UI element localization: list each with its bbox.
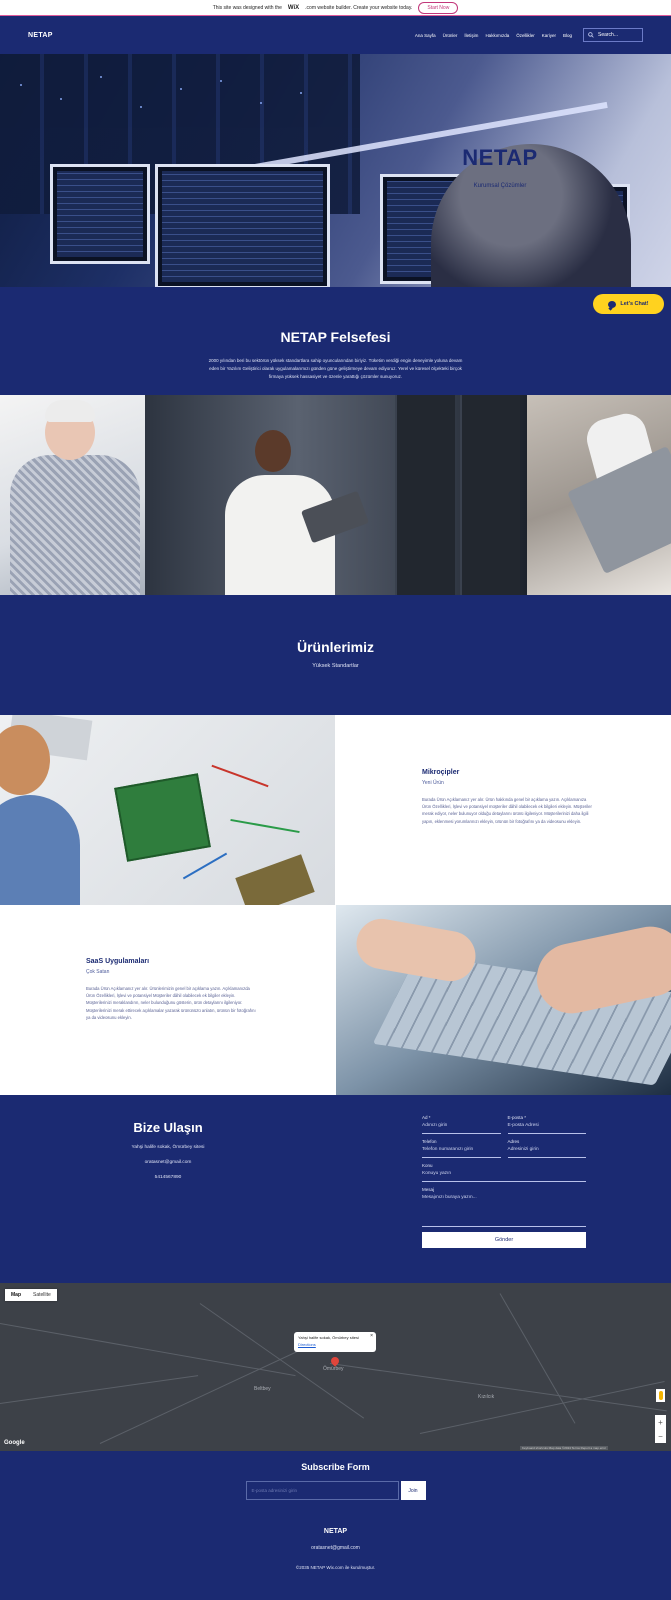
subscribe-form: E-posta adresinizi girin Join <box>245 1481 426 1500</box>
chat-button-label: Let's Chat! <box>620 301 649 307</box>
photo-laptop-hands <box>527 395 671 595</box>
product-row: Mikroçipler Yeni Ürün Burada Ürün Açıkla… <box>0 715 671 905</box>
map-label: Beltbey <box>254 1386 271 1392</box>
product-name[interactable]: SaaS Uygulamaları <box>86 958 256 965</box>
site-header: NETAP Ana Sayfa Ürünler İletişim Hakkımı… <box>0 16 671 54</box>
email-input[interactable]: E-posta Adresi <box>507 1123 586 1134</box>
contact-form: Ad * Adınızı girin E-posta * E-posta Adr… <box>422 1115 586 1248</box>
hero-image <box>0 54 671 287</box>
search-icon <box>588 32 594 38</box>
product-card: SaaS Uygulamaları Çok Satan Burada Ürün … <box>0 905 336 1095</box>
contact-info: Bize Ulaşın Yahşi halife sokak, Ömürbey … <box>108 1120 228 1180</box>
google-logo: Google <box>4 1440 25 1446</box>
products-section-header: Ürünlerimiz Yüksek Standartlar <box>0 595 671 715</box>
email-field[interactable]: E-posta * E-posta Adresi <box>507 1115 586 1134</box>
product-tag: Yeni Ürün <box>422 780 444 786</box>
contact-email[interactable]: oratasnet@gmail.com <box>108 1160 228 1165</box>
subscribe-title: Subscribe Form <box>301 1462 370 1472</box>
banner-text-after: .com website builder. Create your websit… <box>305 4 413 11</box>
banner-text-before: This site was designed with the <box>212 4 282 11</box>
wix-logo: WiX <box>287 4 300 11</box>
name-field[interactable]: Ad * Adınızı girin <box>422 1115 501 1134</box>
footer-copyright: ©2035 NETAP Wix.com ile kurulmuştur. <box>295 1565 376 1570</box>
contact-title: Bize Ulaşın <box>133 1120 203 1135</box>
phone-input[interactable]: Telefon numaranızı girin <box>422 1147 501 1158</box>
nav-item-blog[interactable]: Blog <box>563 33 572 38</box>
nav-item-about[interactable]: Hakkımızda <box>485 33 509 38</box>
directions-link[interactable]: Directions <box>298 1342 372 1347</box>
name-label: Ad * <box>422 1115 431 1120</box>
contact-phone: 5414567890 <box>154 1175 182 1180</box>
product-description: Burada Ürün Açıklamanız yer alır. Ürün h… <box>422 797 592 824</box>
products-subtitle: Yüksek Standartlar <box>312 663 359 669</box>
message-label: Mesaj <box>422 1187 435 1192</box>
product-card: Mikroçipler Yeni Ürün Burada Ürün Açıkla… <box>335 715 671 905</box>
philosophy-title: NETAP Felsefesi <box>280 329 391 345</box>
join-button[interactable]: Join <box>400 1481 426 1500</box>
product-row: SaaS Uygulamaları Çok Satan Burada Ürün … <box>0 905 671 1095</box>
nav-item-career[interactable]: Kariyer <box>542 33 556 38</box>
wix-promo-banner: This site was designed with the WiX .com… <box>0 0 671 16</box>
subject-label: Konu <box>422 1163 433 1168</box>
product-image-keyboard <box>336 905 671 1095</box>
hero-title: NETAP <box>462 145 538 170</box>
nav-item-products[interactable]: Ürünler <box>443 33 458 38</box>
philosophy-text: 2000 yılından beri bu sektörün yüksek st… <box>208 358 463 379</box>
product-description: Burada Ürün Açıklamanız yer alır. Ürünle… <box>86 986 256 1020</box>
chat-button[interactable]: Let's Chat! <box>593 294 664 314</box>
map-attribution[interactable]: Keyboard shortcuts Map data ©2024 Terms … <box>520 1446 609 1450</box>
map-type-toggle: Map Satellite <box>5 1289 57 1301</box>
search-placeholder: Search... <box>598 32 619 38</box>
nav-item-contact[interactable]: İletişim <box>464 33 478 38</box>
contact-address: Yahşi halife sokak, Ömürbey sitesi <box>131 1145 205 1150</box>
phone-field[interactable]: Telefon Telefon numaranızı girin <box>422 1139 501 1158</box>
footer-email[interactable]: oratasnet@gmail.com <box>0 1545 671 1551</box>
satellite-tab[interactable]: Satellite <box>27 1289 57 1301</box>
photo-senior-man <box>0 395 145 595</box>
subject-input[interactable]: Konuyu yazın <box>422 1171 586 1182</box>
subscribe-email-input[interactable]: E-posta adresinizi girin <box>245 1481 399 1500</box>
subject-field[interactable]: Konu Konuyu yazın <box>422 1163 586 1182</box>
map-info-window: Yahşi halife sokak, Ömürbey sitesi Direc… <box>294 1332 376 1352</box>
products-title: Ürünlerimiz <box>296 639 374 655</box>
nav-item-home[interactable]: Ana Sayfa <box>415 33 436 38</box>
phone-label: Telefon <box>422 1139 437 1144</box>
message-field[interactable]: Mesaj Mesajınızı buraya yazın... <box>422 1187 586 1227</box>
main-nav: Ana Sayfa Ürünler İletişim Hakkımızda Öz… <box>415 28 643 42</box>
photo-woman-tablet <box>145 395 527 595</box>
product-image-electronics <box>0 715 335 905</box>
zoom-out-icon[interactable]: − <box>658 1432 663 1441</box>
search-input[interactable]: Search... <box>583 28 643 42</box>
message-input[interactable]: Mesajınızı buraya yazın... <box>422 1195 586 1227</box>
nav-item-features[interactable]: Özellikler <box>516 33 535 38</box>
subscribe-footer-section: Subscribe Form E-posta adresinizi girin … <box>0 1451 671 1600</box>
map-label: Kızılcık <box>478 1394 495 1400</box>
address-label: Adres <box>507 1139 520 1144</box>
address-field[interactable]: Adres Adresinizi girin <box>507 1139 586 1158</box>
start-now-button[interactable]: Start Now <box>418 1 459 14</box>
contact-section: Bize Ulaşın Yahşi halife sokak, Ömürbey … <box>0 1095 671 1283</box>
monitor <box>155 164 330 287</box>
monitor <box>50 164 150 264</box>
footer-logo: NETAP <box>323 1528 348 1535</box>
photo-strip <box>0 395 671 595</box>
info-address: Yahşi halife sokak, Ömürbey sitesi <box>298 1335 359 1340</box>
map-tab[interactable]: Map <box>5 1289 27 1301</box>
submit-button[interactable]: Gönder <box>422 1232 586 1248</box>
chat-bubble-icon <box>608 300 617 308</box>
site-logo[interactable]: NETAP <box>28 32 53 39</box>
philosophy-section: NETAP Felsefesi 2000 yılından beri bu se… <box>0 287 671 395</box>
email-label: E-posta * <box>507 1115 527 1120</box>
product-tag: Çok Satan <box>86 969 110 975</box>
street-view-pegman-icon[interactable] <box>656 1389 665 1402</box>
name-input[interactable]: Adınızı girin <box>422 1123 501 1134</box>
zoom-in-icon[interactable]: + <box>658 1418 663 1427</box>
product-name[interactable]: Mikroçipler <box>422 769 592 776</box>
address-input[interactable]: Adresinizi girin <box>507 1147 586 1158</box>
map-zoom-control: + − <box>655 1415 666 1443</box>
hero-subtitle: Kurumsal Çözümler <box>473 183 527 189</box>
close-icon[interactable]: × <box>370 1333 373 1339</box>
map-label: Ömürbey <box>323 1366 344 1372</box>
